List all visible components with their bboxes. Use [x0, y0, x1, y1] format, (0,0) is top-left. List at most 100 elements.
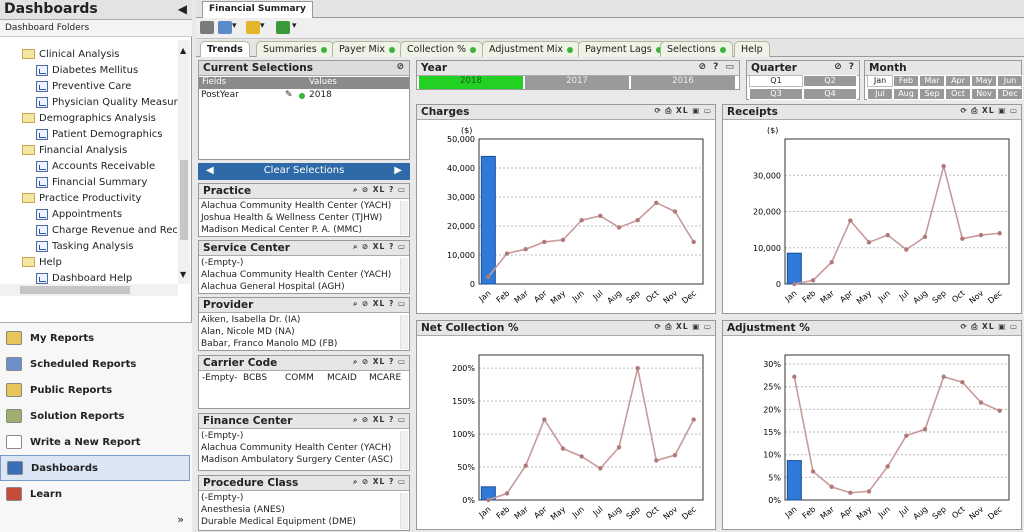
listbox-item[interactable]: (-Empty-): [201, 431, 243, 443]
year-option[interactable]: 2017: [525, 76, 629, 89]
quarter-option[interactable]: Q3: [749, 88, 803, 100]
month-option[interactable]: Jun: [997, 75, 1023, 87]
month-option[interactable]: Sep: [919, 88, 945, 100]
report-node[interactable]: Tasking Analysis: [36, 238, 133, 254]
chart-toolbar-icons[interactable]: ⟳ ⎙ XL ▣ ▭: [961, 322, 1018, 332]
dropdown-arrow-icon[interactable]: ▾: [260, 21, 265, 31]
listbox-scrollbar[interactable]: [400, 258, 408, 292]
scroll-up-icon[interactable]: ▲: [180, 46, 186, 55]
month-option[interactable]: Mar: [919, 75, 945, 87]
listbox-item[interactable]: COMM: [285, 373, 314, 385]
tree-vertical-scrollbar[interactable]: ▲ ▼: [178, 40, 190, 284]
back-arrow-icon[interactable]: ◀: [206, 165, 214, 176]
month-option[interactable]: Jul: [867, 88, 893, 100]
tab-help[interactable]: Help: [734, 41, 770, 57]
listbox-item[interactable]: Madison Ambulatory Surgery Center (ASC): [201, 455, 393, 467]
month-option[interactable]: Dec: [997, 88, 1023, 100]
tab-payer-mix[interactable]: Payer Mix: [332, 41, 402, 57]
listbox-item[interactable]: Joshua Health & Wellness Center (TJHW): [201, 213, 382, 225]
listbox-item[interactable]: -Empty-: [202, 373, 237, 385]
forward-arrow-icon[interactable]: ▶: [394, 165, 402, 176]
listbox-item[interactable]: MCAID: [327, 373, 357, 385]
listbox-scrollbar[interactable]: [400, 493, 408, 529]
month-option[interactable]: Oct: [945, 88, 971, 100]
listbox-item[interactable]: Babar, Franco Manolo MD (FB): [201, 339, 337, 351]
star-icon[interactable]: [246, 21, 260, 34]
nav-learn[interactable]: Learn: [0, 481, 190, 507]
tab-collection-[interactable]: Collection %: [400, 41, 484, 57]
scrollbar-thumb[interactable]: [20, 286, 130, 294]
folder-node[interactable]: Help: [22, 254, 62, 270]
listbox-item[interactable]: (-Empty-): [201, 258, 243, 270]
report-node[interactable]: Appointments: [36, 206, 122, 222]
month-option[interactable]: Aug: [893, 88, 919, 100]
listbox-icons[interactable]: ⌕ ⊘ XL ? ▭: [353, 242, 406, 252]
report-node[interactable]: Accounts Receivable: [36, 158, 155, 174]
tab-adjustment-mix[interactable]: Adjustment Mix: [482, 41, 581, 57]
report-node[interactable]: Diabetes Mellitus: [36, 62, 138, 78]
folder-node[interactable]: Practice Productivity: [22, 190, 141, 206]
folder-node[interactable]: Clinical Analysis: [22, 46, 119, 62]
listbox-item[interactable]: Madison Medical Center P. A. (MMC): [201, 225, 362, 237]
collapse-sidebar-icon[interactable]: ◀: [178, 2, 187, 16]
listbox-item[interactable]: Alachua Community Health Center (YACH): [201, 270, 391, 282]
listbox-icons[interactable]: ⌕ ⊘ XL ? ▭: [353, 477, 406, 487]
clear-selections-button[interactable]: Clear Selections: [228, 165, 380, 176]
listbox-icons[interactable]: ⌕ ⊘ XL ? ▭: [353, 357, 406, 367]
tab-selections[interactable]: Selections: [660, 41, 733, 57]
listbox-scrollbar[interactable]: [400, 201, 408, 235]
tab-payment-lags[interactable]: Payment Lags: [578, 41, 669, 57]
tree-horizontal-scrollbar[interactable]: [0, 284, 178, 296]
folder-node[interactable]: Demographics Analysis: [22, 110, 156, 126]
month-option[interactable]: Nov: [971, 88, 997, 100]
report-node[interactable]: Physician Quality Measures: [36, 94, 178, 110]
listbox-item[interactable]: Alan, Nicole MD (NA): [201, 327, 295, 339]
search-icon[interactable]: [218, 21, 232, 34]
scrollbar-thumb[interactable]: [180, 160, 188, 240]
chart-toolbar-icons[interactable]: ⟳ ⎙ XL ▣ ▭: [655, 106, 712, 116]
month-option[interactable]: Feb: [893, 75, 919, 87]
month-option[interactable]: May: [971, 75, 997, 87]
nav-dashboards[interactable]: Dashboards: [0, 455, 190, 481]
tab-summaries[interactable]: Summaries: [256, 41, 334, 57]
quarter-option[interactable]: Q1: [749, 75, 803, 87]
tab-financial-summary[interactable]: Financial Summary: [202, 1, 313, 18]
quarter-box-icons[interactable]: ⊘ ?: [834, 62, 856, 72]
selection-lock-icon[interactable]: ✎: [285, 90, 293, 102]
nav-scheduled-reports[interactable]: Scheduled Reports: [0, 351, 190, 377]
listbox-item[interactable]: MCARE: [369, 373, 401, 385]
listbox-scrollbar[interactable]: [400, 431, 408, 469]
report-node[interactable]: Financial Summary: [36, 174, 147, 190]
listbox-icons[interactable]: ⌕ ⊘ XL ? ▭: [353, 415, 406, 425]
listbox-item[interactable]: BCBS: [243, 373, 267, 385]
tab-trends[interactable]: Trends: [200, 41, 250, 57]
month-option[interactable]: Jan: [867, 75, 893, 87]
print-icon[interactable]: [200, 21, 214, 34]
listbox-item[interactable]: (-Empty-): [201, 493, 243, 505]
report-node[interactable]: Charge Revenue and Rece: [36, 222, 178, 238]
month-option[interactable]: Apr: [945, 75, 971, 87]
report-node[interactable]: Dashboard Help: [36, 270, 132, 284]
quarter-option[interactable]: Q2: [803, 75, 857, 87]
dropdown-arrow-icon[interactable]: ▾: [292, 21, 297, 31]
quarter-option[interactable]: Q4: [803, 88, 857, 100]
nav-public-reports[interactable]: Public Reports: [0, 377, 190, 403]
listbox-item[interactable]: Aiken, Isabella Dr. (IA): [201, 315, 300, 327]
report-node[interactable]: Patient Demographics: [36, 126, 162, 142]
year-option[interactable]: 2016: [631, 76, 735, 89]
listbox-item[interactable]: Durable Medical Equipment (DME): [201, 517, 356, 529]
listbox-scrollbar[interactable]: [400, 315, 408, 349]
listbox-item[interactable]: Alachua General Hospital (AGH): [201, 282, 345, 294]
dropdown-arrow-icon[interactable]: ▾: [232, 21, 237, 31]
scroll-down-icon[interactable]: ▼: [180, 270, 186, 279]
excel-icon[interactable]: [276, 21, 290, 34]
listbox-item[interactable]: Anesthesia (ANES): [201, 505, 285, 517]
more-icon[interactable]: »: [177, 513, 184, 526]
year-box-icons[interactable]: ⊘ ? ▭: [698, 62, 736, 72]
listbox-item[interactable]: Alachua Community Health Center (YACH): [201, 201, 391, 213]
report-node[interactable]: Preventive Care: [36, 78, 131, 94]
folder-node[interactable]: Financial Analysis: [22, 142, 127, 158]
box-menu-icon[interactable]: ⊘: [396, 62, 406, 72]
nav-my-reports[interactable]: My Reports: [0, 325, 190, 351]
listbox-icons[interactable]: ⌕ ⊘ XL ? ▭: [353, 299, 406, 309]
